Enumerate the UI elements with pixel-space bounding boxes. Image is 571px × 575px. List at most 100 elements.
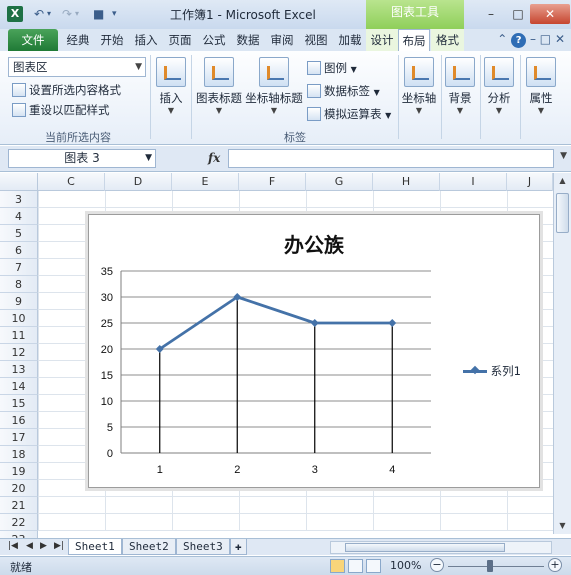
undo-dropdown-icon[interactable]: ▾ xyxy=(47,6,51,22)
column-header[interactable]: G xyxy=(306,173,373,191)
horizontal-scrollbar[interactable] xyxy=(330,541,552,554)
row-header[interactable]: 14 xyxy=(0,378,38,395)
row-header[interactable]: 7 xyxy=(0,259,38,276)
zoom-out-icon[interactable]: − xyxy=(430,558,444,572)
tab-insert[interactable]: 插入 xyxy=(130,29,162,51)
tab-formulas[interactable]: 公式 xyxy=(198,29,230,51)
vertical-scrollbar[interactable]: ▲ ▼ xyxy=(553,173,571,534)
zoom-in-icon[interactable]: + xyxy=(548,558,562,572)
chart-element-selector[interactable]: 图表区 ▼ xyxy=(8,57,146,77)
tab-page-layout[interactable]: 页面 xyxy=(164,29,196,51)
column-header[interactable]: J xyxy=(507,173,553,191)
row-header[interactable]: 12 xyxy=(0,344,38,361)
legend-button[interactable]: 图例 ▼ xyxy=(307,59,357,77)
analysis-button[interactable]: 分析 ▼ xyxy=(482,57,516,115)
reset-to-match-style-button[interactable]: 重设以匹配样式 xyxy=(12,101,110,119)
row-header[interactable]: 13 xyxy=(0,361,38,378)
tab-classic[interactable]: 经典 xyxy=(62,29,94,51)
column-header[interactable]: H xyxy=(373,173,440,191)
sheet-tab-sheet2[interactable]: Sheet2 xyxy=(122,539,176,555)
axes-button[interactable]: 坐标轴 ▼ xyxy=(400,57,438,115)
column-header[interactable]: D xyxy=(105,173,172,191)
last-sheet-icon[interactable]: ▶| xyxy=(54,541,64,551)
tab-view[interactable]: 视图 xyxy=(300,29,332,51)
zoom-level[interactable]: 100% xyxy=(390,559,421,572)
row-header[interactable]: 3 xyxy=(0,191,38,208)
insert-function-icon[interactable]: fx xyxy=(208,151,220,165)
format-selection-button[interactable]: 设置所选内容格式 xyxy=(12,81,121,99)
tab-file[interactable]: 文件 xyxy=(8,29,58,51)
excel-app-icon[interactable]: X xyxy=(7,6,23,22)
select-all-corner[interactable] xyxy=(0,173,38,191)
row-header[interactable]: 8 xyxy=(0,276,38,293)
tab-design[interactable]: 设计 xyxy=(366,29,398,51)
row-header[interactable]: 17 xyxy=(0,429,38,446)
tab-data[interactable]: 数据 xyxy=(232,29,264,51)
page-break-view-icon[interactable] xyxy=(366,559,381,573)
expand-formula-bar-icon[interactable]: ▼ xyxy=(560,151,567,161)
row-header[interactable]: 15 xyxy=(0,395,38,412)
column-header[interactable]: I xyxy=(440,173,507,191)
row-header[interactable]: 4 xyxy=(0,208,38,225)
row-header[interactable]: 6 xyxy=(0,242,38,259)
row-header[interactable]: 16 xyxy=(0,412,38,429)
column-header[interactable]: F xyxy=(239,173,306,191)
tab-layout[interactable]: 布局 xyxy=(398,29,430,51)
save-icon[interactable]: ■ xyxy=(93,6,104,22)
row-header[interactable]: 18 xyxy=(0,446,38,463)
close-button[interactable]: ✕ xyxy=(530,4,570,24)
row-header[interactable]: 22 xyxy=(0,514,38,531)
page-layout-view-icon[interactable] xyxy=(348,559,363,573)
redo-icon[interactable]: ↷ xyxy=(62,6,72,22)
horizontal-scroll-thumb[interactable] xyxy=(345,543,505,552)
tab-home[interactable]: 开始 xyxy=(96,29,128,51)
doc-restore-icon[interactable]: □ xyxy=(540,32,551,46)
background-button[interactable]: 背景 ▼ xyxy=(443,57,477,115)
chart-legend[interactable]: 系列1 xyxy=(463,363,521,379)
help-icon[interactable]: ? xyxy=(511,33,527,48)
sheet-tab-sheet1[interactable]: Sheet1 xyxy=(68,539,122,555)
scroll-down-icon[interactable]: ▼ xyxy=(554,518,571,534)
scroll-up-icon[interactable]: ▲ xyxy=(554,173,571,189)
row-header[interactable]: 19 xyxy=(0,463,38,480)
chart-title-button[interactable]: 图表标题 ▼ xyxy=(195,57,243,115)
legend-line-marker-icon xyxy=(463,366,487,376)
doc-minimize-icon[interactable]: – xyxy=(530,32,536,46)
insert-sheet-icon[interactable]: ✚ xyxy=(230,539,247,555)
next-sheet-icon[interactable]: ▶ xyxy=(40,541,47,551)
properties-button[interactable]: 属性 ▼ xyxy=(523,57,559,115)
data-labels-button[interactable]: 数据标签 ▼ xyxy=(307,82,380,100)
column-header[interactable]: E xyxy=(172,173,239,191)
prev-sheet-icon[interactable]: ◀ xyxy=(26,541,33,551)
doc-close-icon[interactable]: ✕ xyxy=(555,32,565,46)
minimize-button[interactable]: – xyxy=(478,4,504,24)
row-header[interactable]: 9 xyxy=(0,293,38,310)
zoom-slider-track[interactable] xyxy=(448,566,544,567)
zoom-slider-thumb[interactable] xyxy=(487,560,493,572)
formula-input[interactable] xyxy=(228,149,554,168)
tab-review[interactable]: 审阅 xyxy=(266,29,298,51)
row-header[interactable]: 11 xyxy=(0,327,38,344)
row-header[interactable]: 21 xyxy=(0,497,38,514)
data-table-button[interactable]: 模拟运算表 ▼ xyxy=(307,105,391,123)
row-header[interactable]: 20 xyxy=(0,480,38,497)
chart-area[interactable]: 办公族 0 5 10 15 20 25 30 35 1 2 3 4 系列1 xyxy=(88,214,540,488)
row-header[interactable]: 10 xyxy=(0,310,38,327)
row-header[interactable]: 5 xyxy=(0,225,38,242)
insert-button[interactable]: 插入 ▼ xyxy=(155,57,187,115)
tab-format[interactable]: 格式 xyxy=(431,29,464,51)
column-header[interactable]: C xyxy=(38,173,105,191)
undo-icon[interactable]: ↶ xyxy=(34,6,44,22)
normal-view-icon[interactable] xyxy=(330,559,345,573)
axis-titles-button[interactable]: 坐标轴标题 ▼ xyxy=(245,57,303,115)
first-sheet-icon[interactable]: |◀ xyxy=(8,541,18,551)
collapse-ribbon-icon[interactable]: ⌃ xyxy=(497,32,507,46)
restore-button[interactable]: □ xyxy=(505,4,531,24)
vertical-scroll-thumb[interactable] xyxy=(556,193,569,233)
name-box[interactable]: 图表 3 ▼ xyxy=(8,149,156,168)
sheet-tab-sheet3[interactable]: Sheet3 xyxy=(176,539,230,555)
tab-addins[interactable]: 加载 xyxy=(334,29,366,51)
redo-dropdown-icon[interactable]: ▾ xyxy=(75,6,79,22)
customize-qat-icon[interactable]: ▾ xyxy=(112,6,117,22)
y-tick-label: 30 xyxy=(101,292,113,304)
